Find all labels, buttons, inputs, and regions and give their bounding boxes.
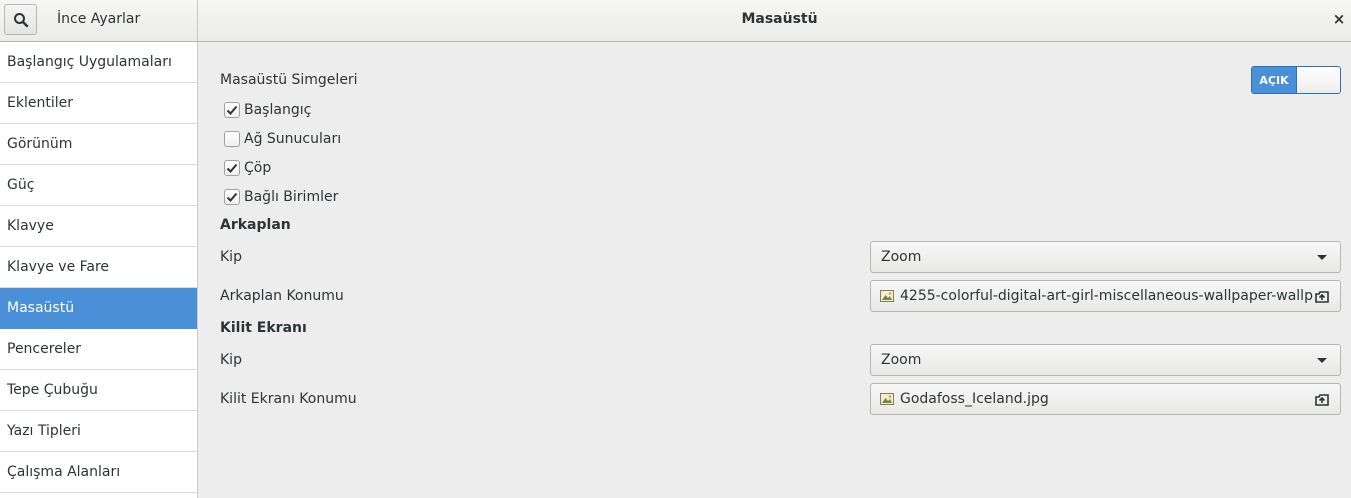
sidebar-item-extensions[interactable]: Eklentiler: [0, 83, 197, 124]
sidebar-item-label: Görünüm: [7, 136, 73, 152]
lock-screen-mode-value: Zoom: [881, 352, 922, 368]
sidebar-item-fonts[interactable]: Yazı Tipleri: [0, 411, 197, 452]
switch-knob[interactable]: [1295, 67, 1340, 93]
checkbox-row-home[interactable]: Başlangıç: [224, 102, 311, 118]
header-left: İnce Ayarlar: [0, 0, 198, 41]
home-checkbox[interactable]: [224, 102, 240, 118]
sidebar-item-top-bar[interactable]: Tepe Çubuğu: [0, 370, 197, 411]
image-file-icon: [880, 290, 894, 302]
sidebar-item-startup-apps[interactable]: Başlangıç Uygulamaları: [0, 42, 197, 83]
sidebar-item-label: Yazı Tipleri: [7, 423, 81, 439]
sidebar-item-desktop[interactable]: Masaüstü: [0, 288, 197, 329]
sidebar-item-label: Masaüstü: [7, 300, 75, 316]
sidebar-item-label: Klavye ve Fare: [7, 259, 110, 275]
sidebar-item-windows[interactable]: Pencereler: [0, 329, 197, 370]
image-file-icon: [880, 393, 894, 405]
background-mode-value: Zoom: [881, 249, 922, 265]
header-bar: İnce Ayarlar Masaüstü ×: [0, 0, 1351, 42]
sidebar-item-appearance[interactable]: Görünüm: [0, 124, 197, 165]
background-mode-label: Kip: [220, 249, 242, 265]
close-button[interactable]: ×: [1331, 9, 1347, 29]
background-location-label: Arkaplan Konumu: [220, 288, 344, 304]
sidebar-item-label: Eklentiler: [7, 95, 73, 111]
switch-on-label: AÇIK: [1252, 67, 1296, 93]
lock-screen-location-value: Godafoss_Iceland.jpg: [900, 391, 1049, 407]
close-icon: ×: [1332, 10, 1346, 28]
checkbox-label: Başlangıç: [244, 102, 312, 118]
checkmark-icon: [226, 192, 238, 202]
trash-checkbox[interactable]: [224, 160, 240, 176]
search-icon: [13, 12, 28, 27]
sidebar-item-keyboard-mouse[interactable]: Klavye ve Fare: [0, 247, 197, 288]
sidebar-item-label: Güç: [7, 177, 35, 193]
lock-screen-heading: Kilit Ekranı: [220, 320, 307, 336]
sidebar-item-label: Klavye: [7, 218, 54, 234]
main-content: Masaüstü Simgeleri AÇIK Başlangıç Ağ Sun…: [198, 42, 1351, 498]
checkbox-row-trash[interactable]: Çöp: [224, 160, 271, 176]
dropdown-arrow-icon: [1317, 254, 1327, 260]
sidebar-item-label: Pencereler: [7, 341, 82, 357]
lock-screen-location-chooser[interactable]: Godafoss_Iceland.jpg: [870, 383, 1341, 415]
checkmark-icon: [226, 163, 238, 173]
desktop-icons-label: Masaüstü Simgeleri: [220, 72, 358, 88]
checkbox-row-network[interactable]: Ağ Sunucuları: [224, 131, 341, 147]
sidebar-item-label: Çalışma Alanları: [7, 464, 121, 480]
sidebar-item-label: Tepe Çubuğu: [7, 382, 98, 398]
mounted-volumes-checkbox[interactable]: [224, 189, 240, 205]
background-mode-select[interactable]: Zoom: [870, 241, 1341, 273]
document-open-icon: [1314, 391, 1330, 407]
app-title: İnce Ayarlar: [57, 11, 141, 27]
checkbox-label: Ağ Sunucuları: [244, 131, 342, 147]
lock-screen-location-label: Kilit Ekranı Konumu: [220, 391, 357, 407]
checkmark-icon: [226, 105, 238, 115]
sidebar-item-keyboard[interactable]: Klavye: [0, 206, 197, 247]
sidebar: Başlangıç Uygulamaları Eklentiler Görünü…: [0, 42, 198, 498]
lock-screen-mode-label: Kip: [220, 352, 242, 368]
lock-screen-mode-select[interactable]: Zoom: [870, 344, 1341, 376]
desktop-icons-switch[interactable]: AÇIK: [1251, 66, 1341, 94]
background-heading: Arkaplan: [220, 217, 291, 233]
document-open-icon: [1314, 288, 1330, 304]
background-location-chooser[interactable]: 4255-colorful-digital-art-girl-miscellan…: [870, 280, 1341, 312]
checkbox-label: Çöp: [244, 160, 272, 176]
sidebar-item-power[interactable]: Güç: [0, 165, 197, 206]
sidebar-item-workspaces[interactable]: Çalışma Alanları: [0, 452, 197, 493]
dropdown-arrow-icon: [1317, 357, 1327, 363]
sidebar-item-label: Başlangıç Uygulamaları: [7, 54, 172, 70]
checkbox-row-volumes[interactable]: Bağlı Birimler: [224, 189, 338, 205]
page-title: Masaüstü: [741, 11, 818, 27]
checkbox-label: Bağlı Birimler: [244, 189, 339, 205]
search-button[interactable]: [4, 4, 37, 35]
network-servers-checkbox[interactable]: [224, 131, 240, 147]
background-location-value: 4255-colorful-digital-art-girl-miscellan…: [900, 288, 1314, 304]
